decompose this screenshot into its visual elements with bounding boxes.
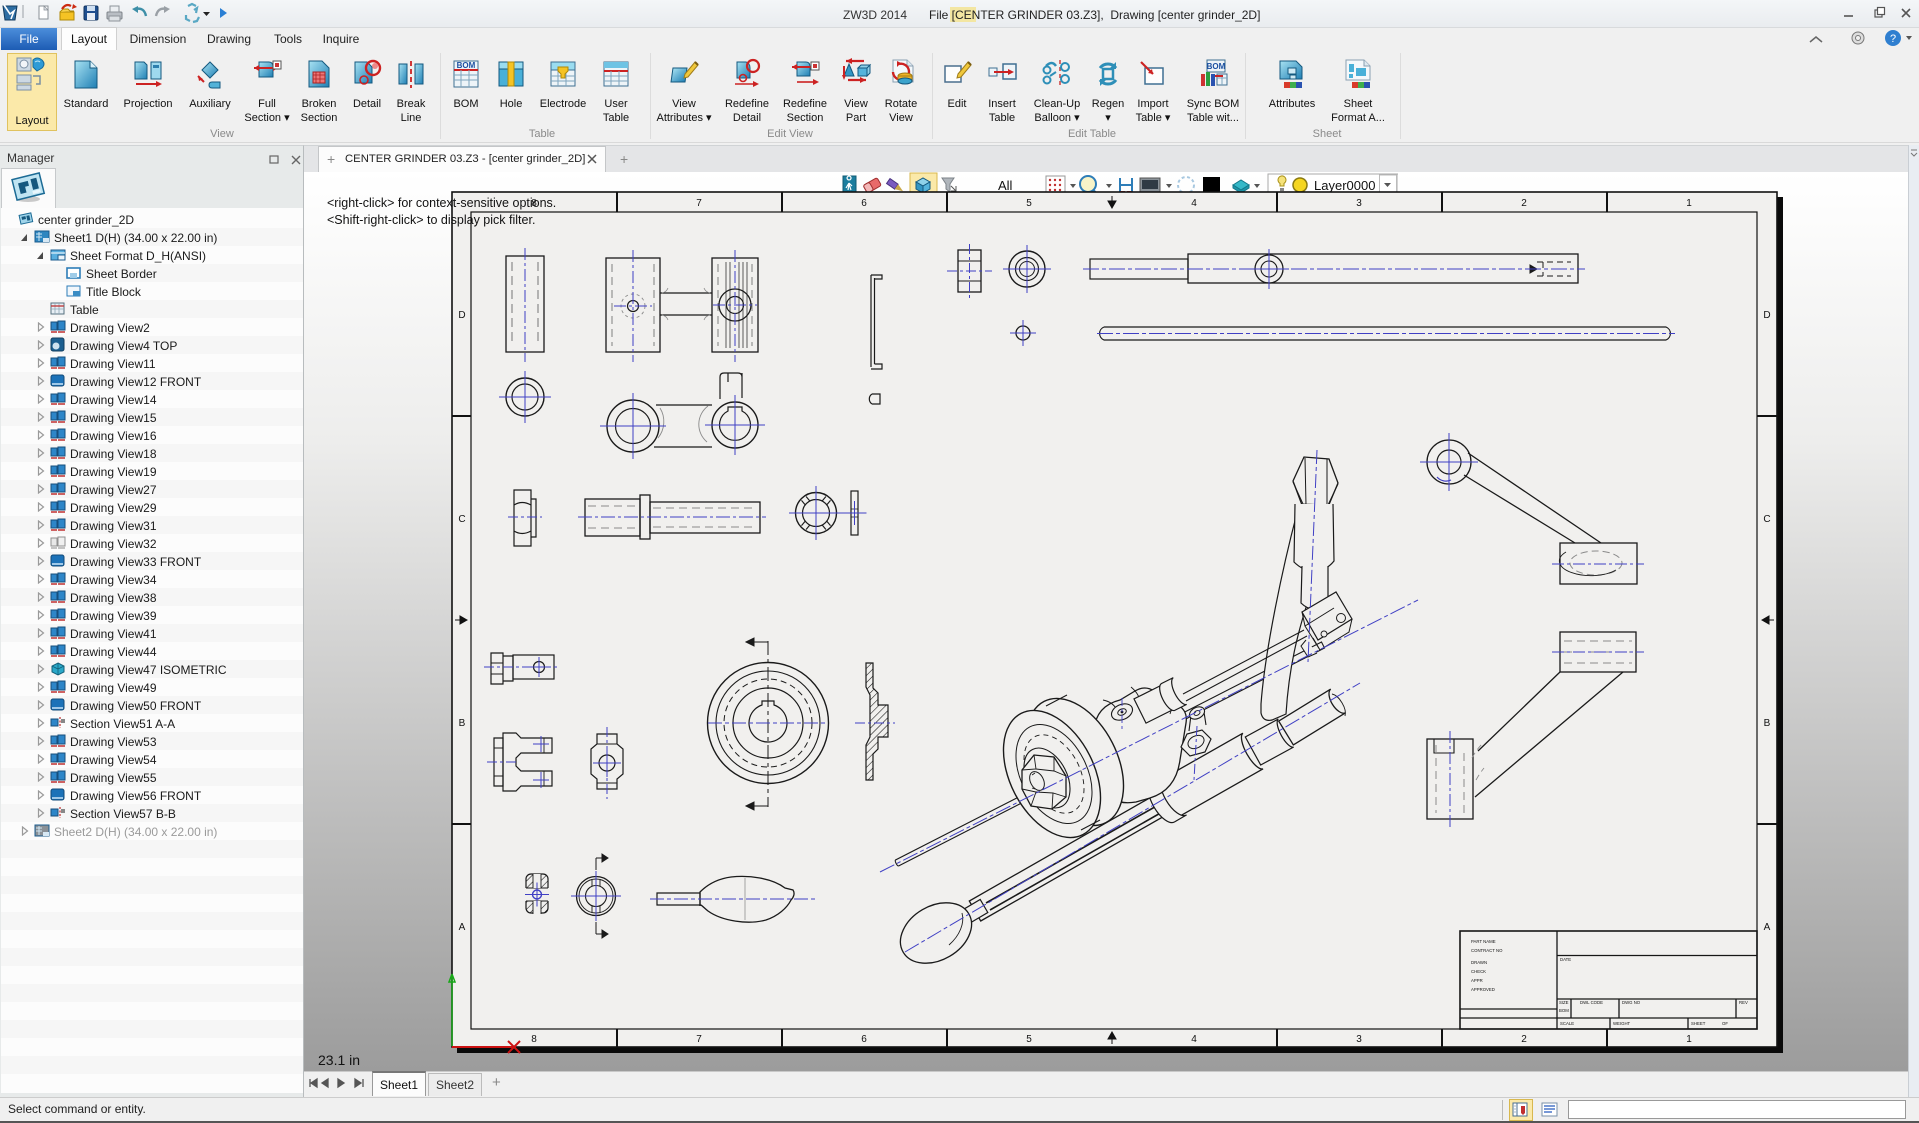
svg-text:7: 7 <box>696 1034 702 1045</box>
svg-text:CONTRACT NO: CONTRACT NO <box>1471 948 1503 953</box>
svg-text:23.1 in: 23.1 in <box>318 1052 360 1068</box>
svg-text:BOM: BOM <box>1207 62 1226 71</box>
svg-text:APPR: APPR <box>1471 978 1483 983</box>
svg-text:5: 5 <box>1026 198 1032 209</box>
svg-text:CHECK: CHECK <box>1471 969 1486 974</box>
svg-text:OF: OF <box>1722 1021 1728 1026</box>
svg-text:PART NAME: PART NAME <box>1471 939 1496 944</box>
svg-text:APPROVED: APPROVED <box>1471 987 1495 992</box>
svg-text:C: C <box>458 514 465 525</box>
svg-text:2: 2 <box>1521 198 1527 209</box>
svg-text:7: 7 <box>696 198 702 209</box>
svg-text:2: 2 <box>1521 1034 1527 1045</box>
svg-text:SIZE: SIZE <box>1559 1000 1569 1005</box>
svg-text:SHEET: SHEET <box>1691 1021 1706 1026</box>
svg-text:3: 3 <box>1356 198 1362 209</box>
svg-text:BOM: BOM <box>1559 1008 1569 1013</box>
svg-text:1: 1 <box>1686 1034 1692 1045</box>
svg-text:?: ? <box>1890 33 1896 45</box>
svg-text:WEIGHT: WEIGHT <box>1613 1021 1631 1026</box>
svg-text:A: A <box>1764 922 1771 933</box>
svg-text:DWG NO: DWG NO <box>1622 1000 1641 1005</box>
svg-text:<right-click> for context-sens: <right-click> for context-sensitive opti… <box>327 196 556 210</box>
svg-text:REV: REV <box>1739 1000 1748 1005</box>
svg-text:6: 6 <box>861 198 867 209</box>
svg-text:BOM: BOM <box>457 61 476 70</box>
svg-text:4: 4 <box>1191 198 1197 209</box>
svg-text:1: 1 <box>1686 198 1692 209</box>
svg-text:4: 4 <box>1191 1034 1197 1045</box>
svg-text:5: 5 <box>1026 1034 1032 1045</box>
svg-text:SCALE: SCALE <box>1560 1021 1574 1026</box>
svg-text:B: B <box>1764 718 1771 729</box>
svg-text:6: 6 <box>861 1034 867 1045</box>
svg-text:C: C <box>1763 514 1770 525</box>
svg-text:DWL CODE: DWL CODE <box>1580 1000 1603 1005</box>
svg-text:A: A <box>459 922 466 933</box>
svg-text:DATE: DATE <box>1560 957 1571 962</box>
svg-text:B: B <box>459 718 466 729</box>
svg-text:3: 3 <box>1356 1034 1362 1045</box>
svg-text:D: D <box>1763 310 1770 321</box>
svg-text:DRAWN: DRAWN <box>1471 960 1487 965</box>
svg-text:D: D <box>458 310 465 321</box>
svg-text:<Shift-right-click> to display: <Shift-right-click> to display pick filt… <box>327 213 535 227</box>
svg-text:8: 8 <box>531 1034 537 1045</box>
